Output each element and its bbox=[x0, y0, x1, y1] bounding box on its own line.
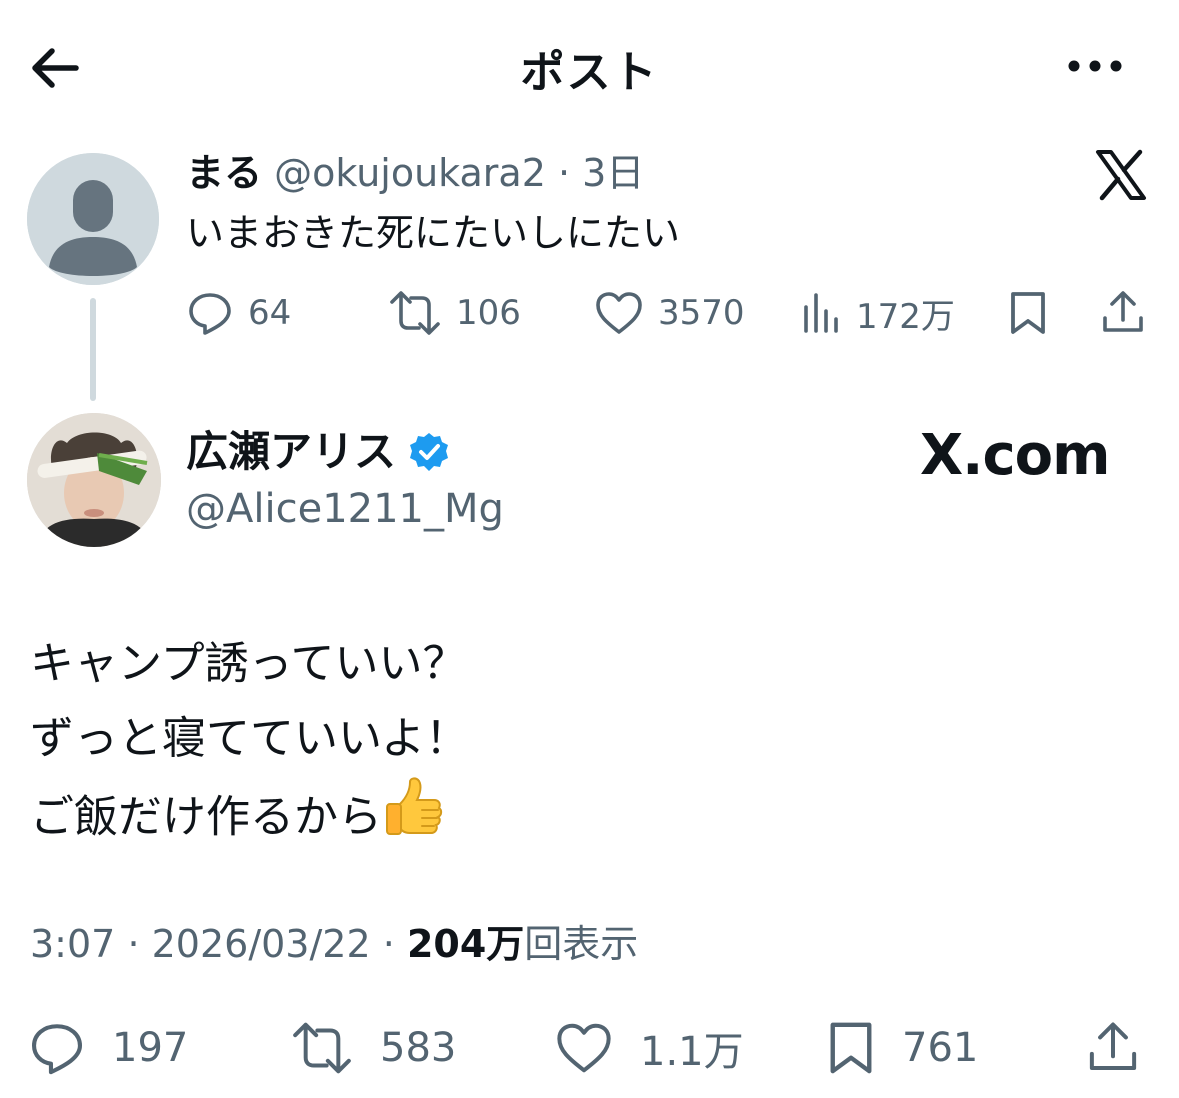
post-body: キャンプ誘っていい？ ずっと寝てていいよ！ ご飯だけ作るから bbox=[30, 626, 469, 863]
reply-icon bbox=[189, 293, 231, 335]
views-label: 回表示 bbox=[524, 922, 639, 966]
more-button[interactable] bbox=[1060, 44, 1130, 88]
like-count: 3570 bbox=[658, 293, 745, 333]
reply-button[interactable]: 197 bbox=[28, 1018, 188, 1078]
bookmark-button[interactable]: 761 bbox=[826, 1018, 978, 1078]
views-count[interactable]: 204万 bbox=[407, 922, 524, 966]
like-button[interactable]: 1.1万 bbox=[554, 1018, 744, 1078]
x-logo-icon[interactable] bbox=[1094, 148, 1148, 202]
separator-dot: · bbox=[127, 922, 140, 966]
share-icon bbox=[1089, 1022, 1137, 1070]
bookmark-icon bbox=[830, 1022, 872, 1074]
share-button[interactable] bbox=[1086, 1018, 1140, 1078]
post-time[interactable]: 3日 bbox=[582, 151, 644, 195]
thumbs-up-emoji-icon bbox=[382, 776, 444, 863]
reply-count: 64 bbox=[248, 293, 292, 333]
bookmark-button[interactable] bbox=[1008, 288, 1048, 338]
repost-icon bbox=[293, 1022, 351, 1074]
separator-dot: · bbox=[382, 922, 395, 966]
analytics-icon bbox=[804, 293, 838, 333]
heart-icon bbox=[557, 1023, 611, 1073]
like-count: 1.1万 bbox=[640, 1029, 744, 1075]
post-body-line-with-emoji: ご飯だけ作るから bbox=[30, 776, 469, 863]
reply-button[interactable]: 64 bbox=[186, 288, 291, 338]
views-count: 172万 bbox=[856, 296, 955, 337]
repost-count: 583 bbox=[380, 1025, 457, 1071]
page-title: ポスト bbox=[520, 47, 659, 98]
reply-icon bbox=[31, 1024, 83, 1075]
default-profile-icon bbox=[27, 153, 159, 285]
share-icon bbox=[1103, 291, 1143, 332]
bookmark-icon bbox=[1011, 292, 1045, 334]
repost-button[interactable]: 106 bbox=[388, 288, 521, 338]
handle[interactable]: @Alice1211_Mg bbox=[186, 484, 504, 534]
profile-photo-icon bbox=[27, 413, 161, 547]
quoted-post-header: まる @okujoukara2 · 3日 bbox=[186, 150, 644, 196]
more-dots-icon bbox=[1068, 60, 1122, 72]
display-name[interactable]: 広瀬アリス bbox=[186, 426, 450, 478]
separator-dot: · bbox=[557, 151, 571, 195]
bookmark-count: 761 bbox=[902, 1025, 979, 1071]
display-name[interactable]: まる bbox=[186, 151, 262, 195]
views-button[interactable]: 172万 bbox=[802, 288, 955, 338]
verified-badge-icon[interactable] bbox=[408, 431, 450, 473]
display-name-text: 広瀬アリス bbox=[186, 427, 397, 476]
post-time[interactable]: 3:07 bbox=[30, 922, 115, 966]
avatar[interactable] bbox=[27, 413, 161, 547]
quoted-post-text: いまおきた死にたいしにたい bbox=[186, 211, 681, 255]
share-button[interactable] bbox=[1100, 288, 1146, 338]
handle[interactable]: @okujoukara2 bbox=[274, 151, 546, 195]
avatar[interactable] bbox=[27, 153, 159, 285]
repost-icon bbox=[390, 291, 440, 335]
repost-button[interactable]: 583 bbox=[290, 1018, 456, 1078]
like-button[interactable]: 3570 bbox=[594, 288, 745, 338]
post-body-line: キャンプ誘っていい？ bbox=[30, 638, 467, 689]
watermark: X.com bbox=[920, 423, 1110, 488]
post-meta: 3:07 · 2026/03/22 · 204万回表示 bbox=[30, 918, 638, 970]
heart-icon bbox=[596, 292, 642, 334]
repost-count: 106 bbox=[456, 293, 521, 333]
post-body-line: ずっと寝てていいよ！ bbox=[30, 713, 470, 764]
post-date[interactable]: 2026/03/22 bbox=[152, 922, 371, 966]
post-body-line: ご飯だけ作るから bbox=[30, 791, 382, 843]
watermark-text: X.com bbox=[920, 423, 1110, 488]
thread-line bbox=[90, 298, 96, 401]
reply-count: 197 bbox=[112, 1025, 189, 1071]
